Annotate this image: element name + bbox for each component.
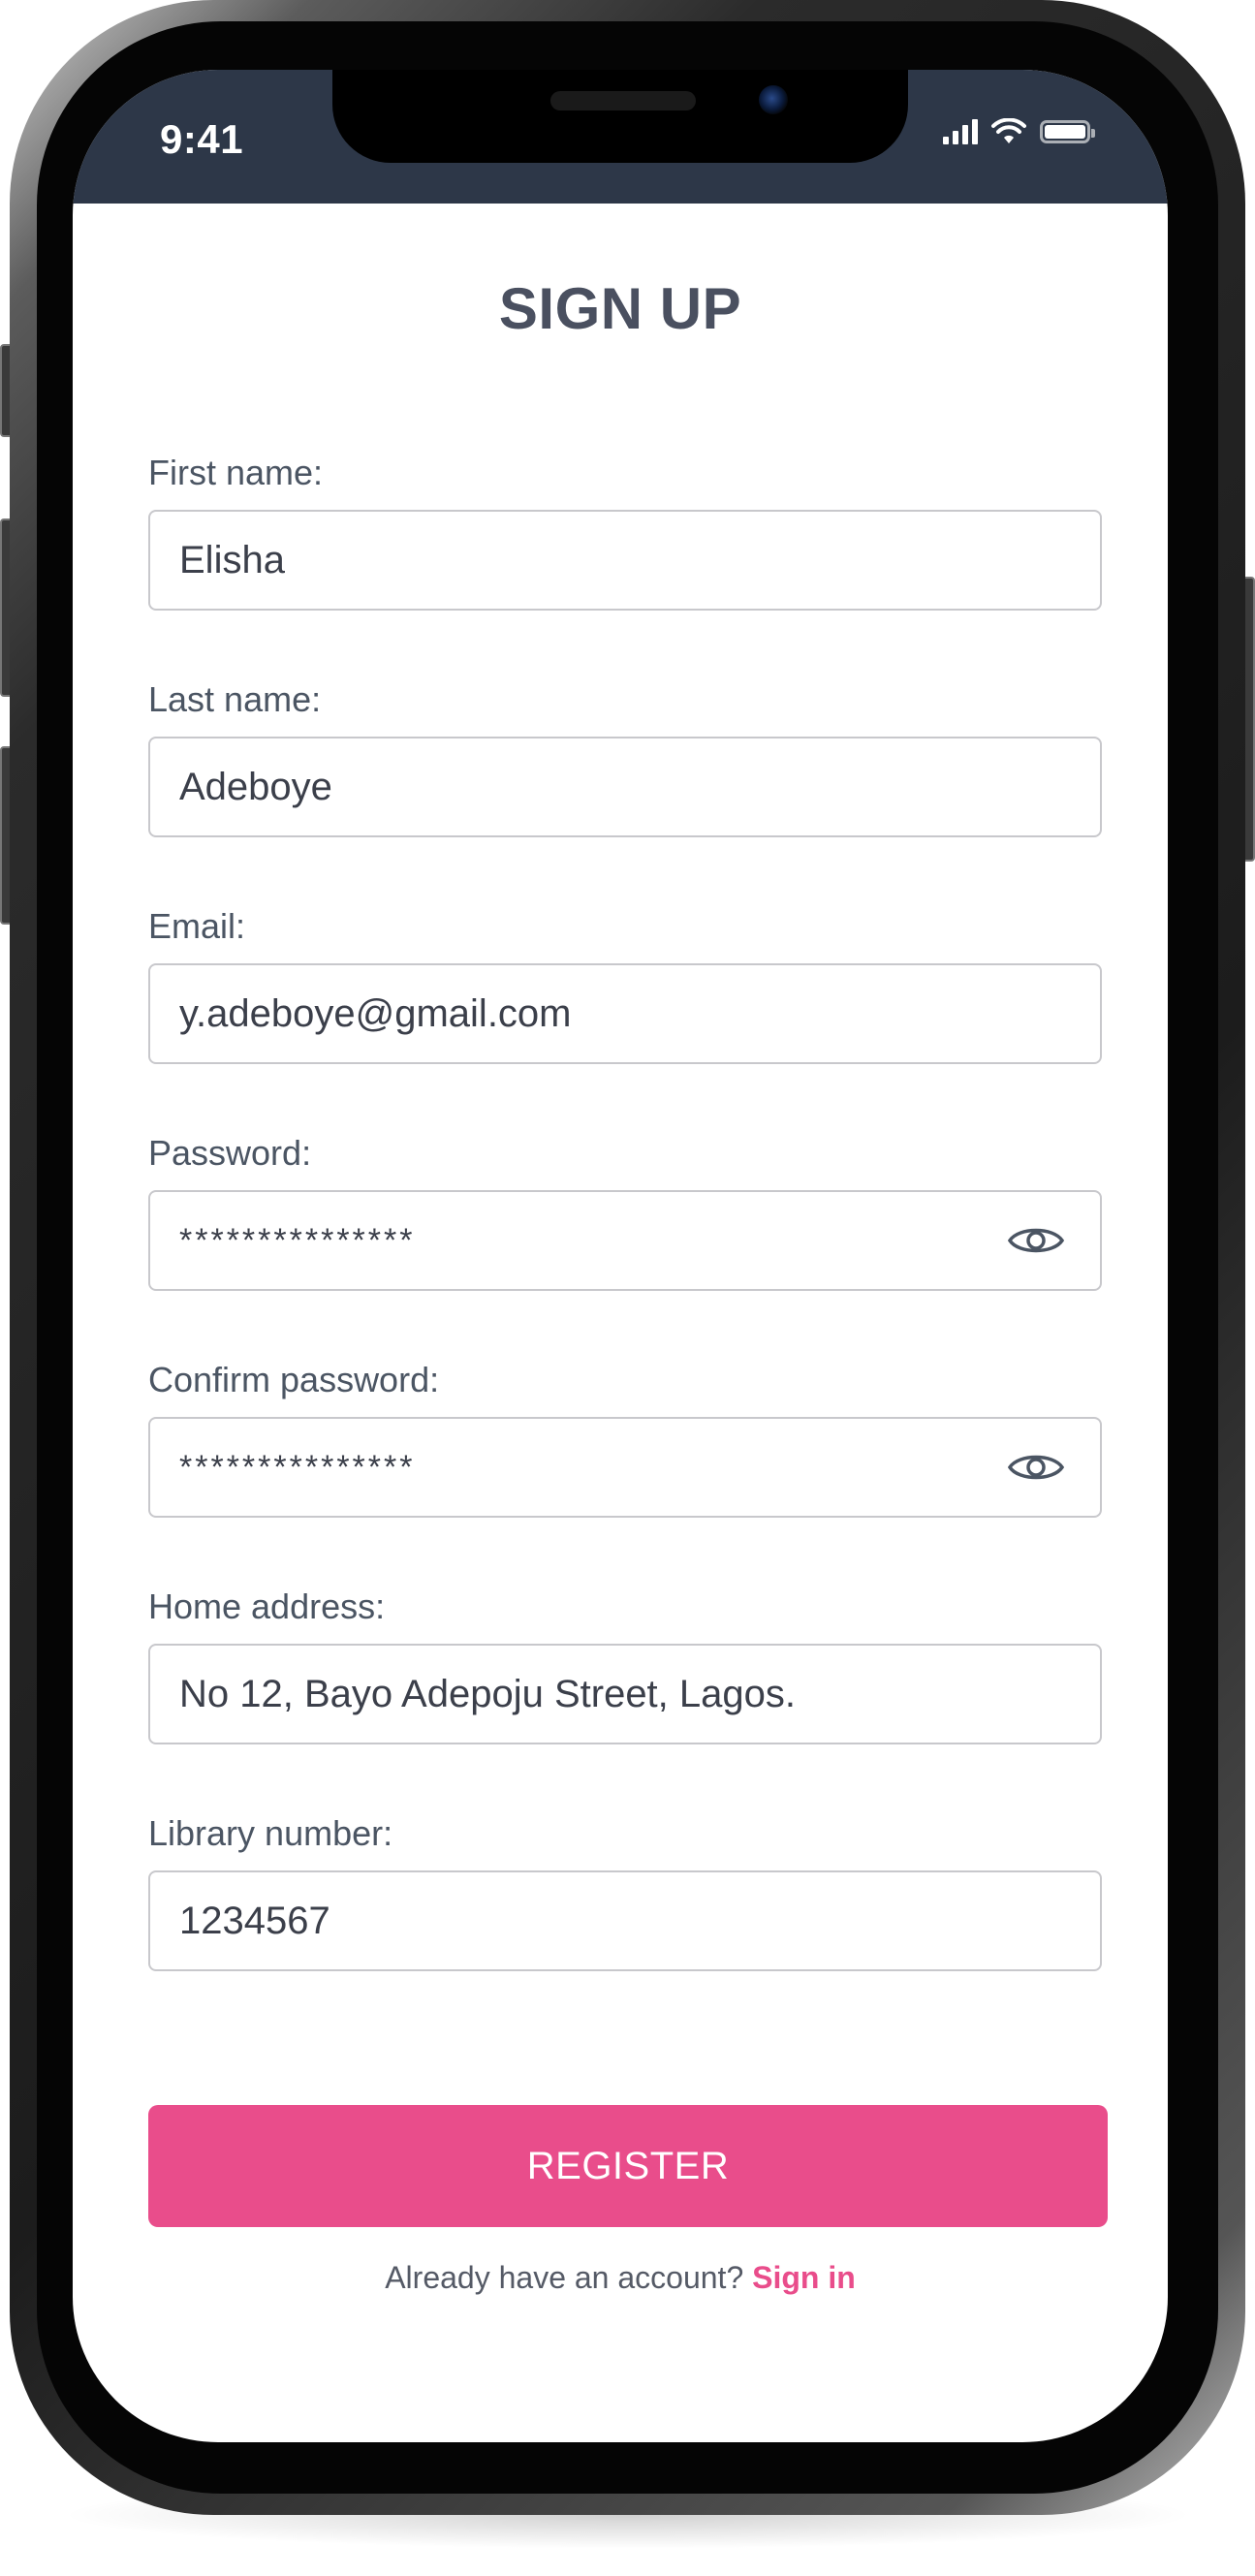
signal-icon bbox=[943, 119, 978, 144]
library-number-field: Library number: 1234567 bbox=[148, 1810, 1102, 1971]
front-camera bbox=[759, 85, 788, 114]
first-name-value: Elisha bbox=[179, 538, 285, 581]
library-number-label: Library number: bbox=[148, 1813, 393, 1853]
status-bar: 9:41 bbox=[73, 70, 1168, 204]
eye-icon[interactable] bbox=[1007, 1221, 1065, 1260]
password-value: *************** bbox=[179, 1221, 416, 1259]
email-value: y.adeboye@gmail.com bbox=[179, 991, 572, 1035]
home-address-value: No 12, Bayo Adepoju Street, Lagos. bbox=[179, 1672, 796, 1715]
email-field: Email: y.adeboye@gmail.com bbox=[148, 903, 1102, 1064]
home-address-input[interactable]: No 12, Bayo Adepoju Street, Lagos. bbox=[148, 1644, 1102, 1744]
library-number-value: 1234567 bbox=[179, 1899, 330, 1942]
password-field: Password: *************** bbox=[148, 1130, 1102, 1291]
first-name-field: First name: Elisha bbox=[148, 450, 1102, 611]
eye-icon[interactable] bbox=[1007, 1448, 1065, 1487]
status-time: 9:41 bbox=[160, 116, 244, 162]
last-name-field: Last name: Adeboye bbox=[148, 676, 1102, 837]
confirm-password-label: Confirm password: bbox=[148, 1360, 440, 1399]
email-label: Email: bbox=[148, 906, 246, 946]
library-number-input[interactable]: 1234567 bbox=[148, 1870, 1102, 1971]
notch bbox=[332, 70, 908, 163]
home-address-label: Home address: bbox=[148, 1586, 386, 1626]
signin-prompt-row: Already have an account? Sign in bbox=[73, 2260, 1168, 2296]
first-name-label: First name: bbox=[148, 453, 324, 492]
email-input[interactable]: y.adeboye@gmail.com bbox=[148, 963, 1102, 1064]
home-address-field: Home address: No 12, Bayo Adepoju Street… bbox=[148, 1584, 1102, 1744]
register-button[interactable]: REGISTER bbox=[148, 2105, 1108, 2227]
password-input[interactable]: *************** bbox=[148, 1190, 1102, 1291]
confirm-password-input[interactable]: *************** bbox=[148, 1417, 1102, 1518]
speaker-grille bbox=[550, 91, 696, 110]
phone-screen: 9:41 SIGN UP First name: Elisha Last nam… bbox=[73, 70, 1168, 2442]
battery-icon bbox=[1040, 120, 1095, 143]
last-name-input[interactable]: Adeboye bbox=[148, 737, 1102, 837]
status-icons bbox=[943, 118, 1095, 145]
signin-prompt-text: Already have an account? bbox=[385, 2260, 744, 2295]
signin-link[interactable]: Sign in bbox=[752, 2260, 856, 2295]
page-title: SIGN UP bbox=[498, 276, 742, 341]
confirm-password-field: Confirm password: *************** bbox=[148, 1357, 1102, 1518]
first-name-input[interactable]: Elisha bbox=[148, 510, 1102, 611]
confirm-password-value: *************** bbox=[179, 1448, 416, 1486]
last-name-label: Last name: bbox=[148, 679, 322, 719]
last-name-value: Adeboye bbox=[179, 765, 332, 808]
wifi-icon bbox=[991, 118, 1026, 143]
password-label: Password: bbox=[148, 1133, 312, 1173]
